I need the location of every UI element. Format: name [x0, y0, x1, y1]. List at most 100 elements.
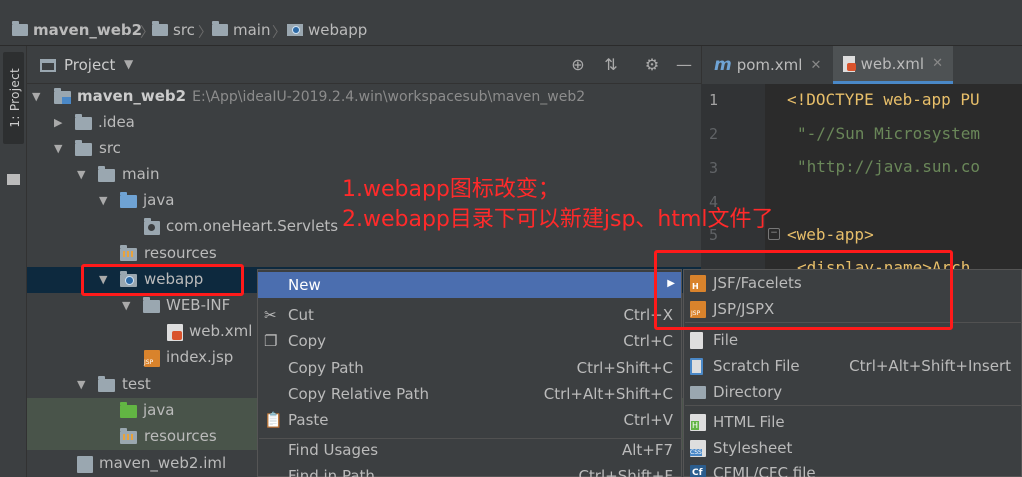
tree-label: java — [143, 401, 175, 419]
expand-arrow-icon[interactable]: ▼ — [54, 142, 62, 155]
package-icon — [144, 218, 160, 235]
editor-tab-bar: m pom.xml ✕ web.xml ✕ — [701, 46, 1022, 84]
tab-pom-xml[interactable]: m pom.xml ✕ — [704, 46, 829, 84]
project-panel-title[interactable]: Project — [64, 56, 115, 74]
submenu-item-label: Scratch File — [713, 357, 800, 375]
maven-m-icon: m — [714, 55, 732, 75]
source-folder-icon — [120, 192, 137, 208]
menu-item-cut[interactable]: ✂ Cut Ctrl+X — [258, 302, 681, 328]
line-number: 3 — [709, 159, 719, 177]
tree-row-idea[interactable]: ▶ .idea — [27, 110, 701, 136]
menu-item-label: Find Usages — [288, 441, 379, 459]
breadcrumb: maven_web2 〉 src 〉 main 〉 webapp — [0, 0, 1022, 46]
project-panel-header: Project ▼ ⊕ ⇅ ⚙ — — [27, 46, 701, 84]
tool-tab-label: 1: Project — [8, 68, 22, 128]
context-menu: New ▶ ✂ Cut Ctrl+X ❐ Copy Ctrl+C Copy Pa… — [257, 269, 682, 477]
code-line: "-//Sun Microsystem — [797, 124, 981, 143]
collapsed-arrow-icon[interactable]: ▶ — [54, 116, 62, 129]
submenu-item-cfml[interactable]: CFML/CFC file — [684, 460, 1021, 477]
submenu-item-file[interactable]: File — [684, 327, 1021, 353]
tool-tab-project[interactable]: 1: Project — [3, 52, 24, 144]
css-file-icon — [690, 440, 706, 457]
chevron-down-icon[interactable]: ▼ — [124, 57, 133, 71]
submenu-item-label: CFML/CFC file — [713, 464, 816, 477]
close-icon[interactable]: ✕ — [810, 58, 821, 73]
locate-icon[interactable]: ⊕ — [568, 55, 588, 75]
resources-folder-icon — [120, 245, 137, 261]
menu-item-find-usages[interactable]: Find Usages Alt+F7 — [258, 437, 681, 463]
submenu-item-directory[interactable]: Directory — [684, 379, 1021, 405]
tree-label: resources — [144, 427, 217, 445]
folder-icon — [152, 21, 168, 36]
line-number: 2 — [709, 125, 719, 143]
menu-item-label: Cut — [288, 306, 314, 324]
menu-item-label: Copy Relative Path — [288, 385, 430, 403]
menu-item-find-in-path[interactable]: Find in Path... Ctrl+Shift+F — [258, 463, 681, 477]
menu-item-label: New — [288, 276, 321, 294]
annotation-highlight-webapp — [81, 264, 244, 296]
scissors-icon: ✂ — [264, 306, 277, 324]
html-file-icon — [690, 414, 706, 431]
menu-item-copy-path[interactable]: Copy Path Ctrl+Shift+C — [258, 355, 681, 381]
tree-row-src[interactable]: ▼ src — [27, 136, 701, 162]
test-resources-folder-icon — [120, 428, 137, 444]
expand-arrow-icon[interactable]: ▼ — [77, 168, 85, 181]
submenu-item-label: Stylesheet — [713, 439, 793, 457]
tree-label: java — [143, 191, 175, 209]
tree-path: E:\App\ideaIU-2019.2.4.win\workspacesub\… — [192, 89, 586, 105]
menu-item-label: Paste — [288, 411, 329, 429]
gear-icon[interactable]: ⚙ — [642, 55, 662, 75]
breadcrumb-item-main[interactable]: main — [212, 19, 270, 41]
menu-item-copy[interactable]: ❐ Copy Ctrl+C — [258, 328, 681, 354]
tree-row-root[interactable]: ▼ maven_web2 E:\App\ideaIU-2019.2.4.win\w… — [27, 84, 701, 110]
menu-item-new[interactable]: New ▶ — [258, 272, 681, 298]
menu-item-copy-relative-path[interactable]: Copy Relative Path Ctrl+Alt+Shift+C — [258, 381, 681, 407]
menu-item-label: Copy Path — [288, 359, 364, 377]
tree-label: maven_web2.iml — [99, 454, 227, 472]
clipboard-icon: 📋 — [264, 411, 283, 429]
breadcrumb-item-webapp[interactable]: webapp — [287, 19, 367, 41]
breadcrumb-item-src[interactable]: src — [152, 19, 195, 41]
module-file-icon — [77, 456, 93, 473]
submenu-item-scratch-file[interactable]: Scratch File Ctrl+Alt+Shift+Insert — [684, 353, 1021, 379]
expand-arrow-icon[interactable]: ▼ — [122, 299, 130, 312]
tree-label: com.oneHeart.Servlets — [166, 217, 339, 235]
tree-label: WEB-INF — [166, 296, 231, 314]
submenu-item-stylesheet[interactable]: Stylesheet — [684, 435, 1021, 461]
collapse-all-icon[interactable]: ⇅ — [601, 55, 621, 75]
jsp-file-icon — [144, 350, 160, 367]
tree-label: .idea — [98, 113, 135, 131]
folder-icon — [75, 140, 92, 156]
tree-label: index.jsp — [166, 348, 234, 366]
cfml-icon — [690, 465, 706, 477]
menu-item-label: Copy — [288, 332, 327, 350]
submenu-item-label: Directory — [713, 383, 783, 401]
xml-file-icon — [843, 55, 856, 72]
annotation-text-line1: 1.webapp图标改变； — [342, 177, 560, 202]
code-line: "http://java.sun.co — [797, 157, 981, 176]
folder-icon — [7, 174, 20, 185]
minimize-icon[interactable]: — — [674, 55, 694, 75]
folder-icon — [212, 21, 228, 36]
submenu-item-label: HTML File — [713, 413, 785, 431]
menu-item-label: Find in Path... — [288, 467, 390, 477]
copy-icon: ❐ — [264, 332, 278, 350]
chevron-right-icon: 〉 — [272, 25, 286, 41]
folder-icon — [690, 386, 706, 399]
expand-arrow-icon[interactable]: ▼ — [99, 194, 107, 207]
close-icon[interactable]: ✕ — [932, 56, 943, 71]
menu-item-paste[interactable]: 📋 Paste Ctrl+V — [258, 407, 681, 433]
expand-arrow-icon[interactable]: ▼ — [77, 378, 85, 391]
module-folder-icon — [12, 21, 28, 36]
expand-arrow-icon[interactable]: ▼ — [32, 90, 40, 103]
tab-label: pom.xml — [736, 56, 803, 74]
folder-icon — [98, 376, 115, 392]
submenu-item-html-file[interactable]: HTML File — [684, 409, 1021, 435]
file-icon — [690, 332, 703, 349]
tree-label: resources — [144, 244, 217, 262]
breadcrumb-item-project[interactable]: maven_web2 — [12, 19, 142, 41]
tab-web-xml[interactable]: web.xml ✕ — [833, 46, 953, 84]
tree-label: main — [122, 165, 160, 183]
line-number: 1 — [709, 91, 719, 109]
test-source-folder-icon — [120, 402, 137, 418]
